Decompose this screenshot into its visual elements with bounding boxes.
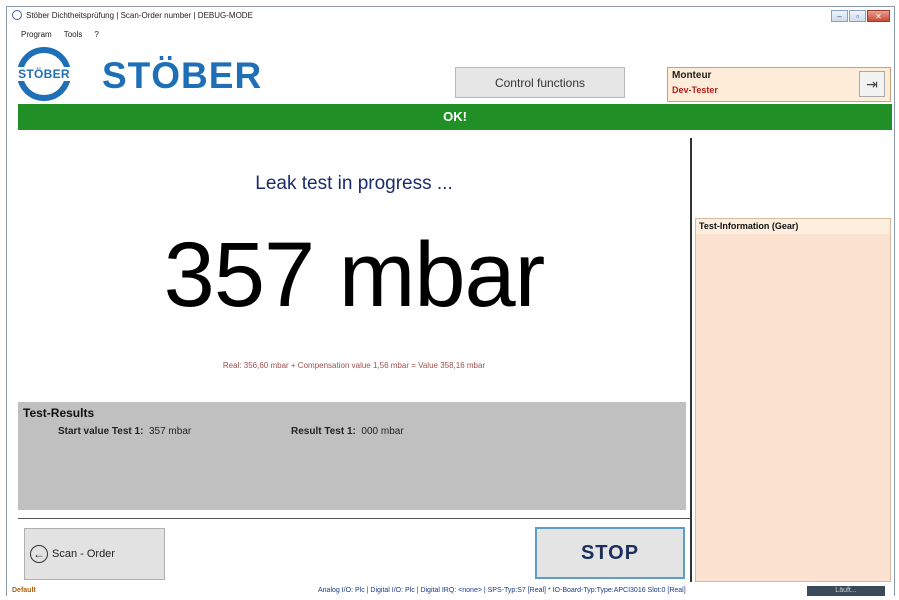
minimize-button[interactable]: – — [831, 10, 848, 22]
pressure-value: 357 mbar — [163, 224, 546, 326]
menu-bar: Program Tools ? — [7, 27, 99, 43]
close-button[interactable]: ✕ — [867, 10, 890, 22]
stop-button[interactable]: STOP — [535, 527, 685, 579]
progress-text: Leak test in progress ... — [255, 173, 453, 194]
logout-icon[interactable]: ⇥ — [859, 71, 885, 97]
test-results-panel: Test-Results Start value Test 1: 357 mba… — [18, 402, 686, 510]
status-io-info: Analog I/O: Plc | Digital I/O: Plc | Dig… — [318, 587, 686, 594]
user-name: Dev-Tester — [672, 85, 718, 95]
test-results-title: Test-Results — [23, 406, 95, 420]
result-row: Result Test 1: 000 mbar — [291, 426, 404, 437]
result-label: Result Test 1: — [291, 426, 356, 437]
app-icon — [12, 10, 22, 20]
status-banner: OK! — [18, 104, 892, 130]
window-controls: – ▫ ✕ — [830, 10, 890, 22]
maximize-button[interactable]: ▫ — [849, 10, 866, 22]
back-arrow-icon: ← — [30, 545, 48, 563]
logo-mark-text: STÖBER — [18, 67, 70, 81]
user-label: Monteur — [672, 70, 712, 81]
status-profile: Default — [12, 587, 36, 594]
separator — [18, 518, 690, 519]
user-panel: Monteur Dev-Tester ⇥ — [667, 67, 891, 102]
start-value-row: Start value Test 1: 357 mbar — [58, 426, 191, 437]
real-value-line: Real: 356,60 mbar + Compensation value 1… — [222, 361, 486, 370]
stober-logo-mark: STÖBER — [15, 47, 73, 101]
start-value: 357 mbar — [148, 426, 192, 437]
result-value: 000 mbar — [361, 426, 404, 437]
menu-program[interactable]: Program — [21, 27, 52, 43]
start-value-label: Start value Test 1: — [58, 426, 144, 437]
title-bar: Stöber Dichtheitsprüfung | Scan-Order nu… — [7, 7, 894, 27]
scan-order-label: Scan - Order — [52, 548, 115, 560]
test-information-title: Test-Information (Gear) — [696, 219, 890, 234]
status-bar: Default Analog I/O: Plc | Digital I/O: P… — [7, 586, 894, 596]
status-running: Läuft... — [807, 586, 885, 596]
control-functions-button[interactable]: Control functions — [455, 67, 625, 98]
app-window: Stöber Dichtheitsprüfung | Scan-Order nu… — [6, 6, 895, 596]
test-information-panel: Test-Information (Gear) — [695, 218, 891, 582]
vertical-divider — [690, 138, 692, 582]
menu-tools[interactable]: Tools — [64, 27, 83, 43]
window-title: Stöber Dichtheitsprüfung | Scan-Order nu… — [26, 11, 253, 20]
scan-order-button[interactable]: ← Scan - Order — [24, 528, 165, 580]
brand-wordmark: STÖBER — [102, 55, 263, 96]
menu-help[interactable]: ? — [94, 27, 98, 43]
